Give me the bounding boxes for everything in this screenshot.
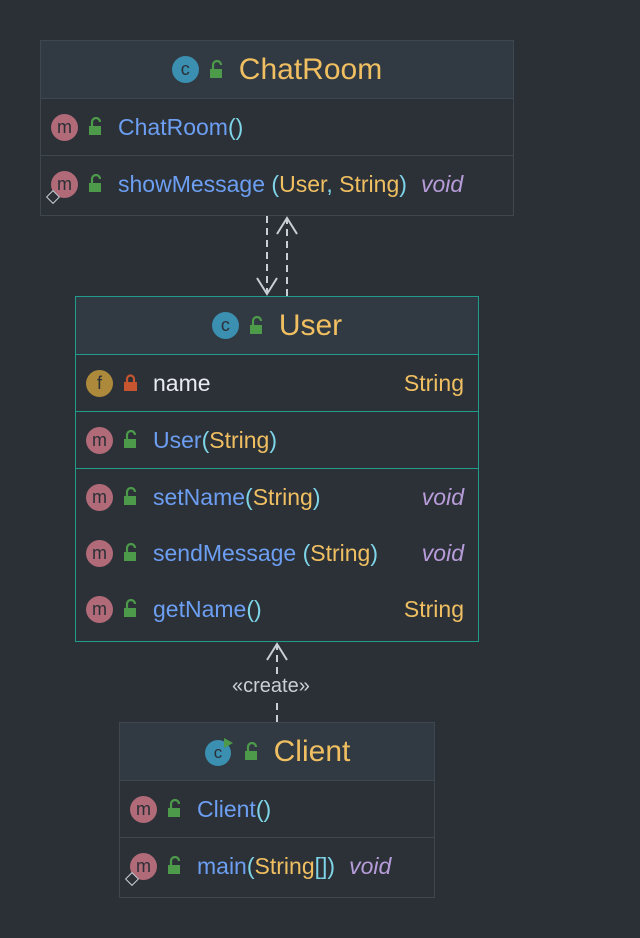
chatroom-header: c ChatRoom [41, 41, 513, 99]
method-signature: Client() [197, 795, 272, 822]
return-type: String [403, 595, 464, 622]
client-class[interactable]: c Client m Client() m main(String[]) voi… [119, 722, 435, 898]
public-unlock-icon [124, 430, 137, 448]
constructors-section: m Client() [120, 781, 434, 838]
public-unlock-icon [209, 59, 222, 78]
public-unlock-icon [249, 315, 262, 334]
public-unlock-icon [168, 856, 181, 874]
class-name: ChatRoom [238, 52, 383, 86]
method-icon: m [130, 795, 157, 823]
method-signature: setName(String) [153, 483, 321, 510]
return-type: void [349, 852, 392, 879]
user-constructor-row[interactable]: m User(String) [76, 412, 478, 468]
method-icon: m [86, 539, 113, 567]
show-message-row[interactable]: m showMessage (User, String) void [41, 156, 513, 212]
user-header: c User [76, 297, 478, 355]
chatroom-constructor-row[interactable]: m ChatRoom() [41, 99, 513, 155]
field-icon: f [86, 369, 113, 397]
class-icon: c [211, 312, 239, 339]
get-name-row[interactable]: m getName() String [76, 581, 478, 637]
method-icon: m [86, 426, 113, 454]
methods-section: m setName(String) void m sendMessage (St… [76, 469, 478, 637]
main-method-row[interactable]: m main(String[]) void [120, 838, 434, 894]
static-marker-icon [124, 871, 140, 886]
public-unlock-icon [124, 599, 137, 617]
return-type: void [421, 539, 464, 566]
class-name: User [278, 308, 343, 342]
methods-section: m showMessage (User, String) void [41, 156, 513, 212]
class-name: Client [273, 734, 351, 768]
client-header: c Client [120, 723, 434, 781]
field-type: String [403, 369, 464, 396]
method-icon: m [51, 113, 78, 141]
method-icon: m [45, 170, 78, 204]
method-signature: sendMessage (String) [153, 539, 379, 566]
fields-section: f name String [76, 355, 478, 412]
return-type: void [421, 483, 464, 510]
abstract-marker-icon [45, 189, 61, 204]
public-unlock-icon [244, 741, 257, 760]
set-name-row[interactable]: m setName(String) void [76, 469, 478, 525]
public-unlock-icon [124, 543, 137, 561]
method-icon: m [86, 595, 113, 623]
private-lock-icon [124, 374, 137, 391]
constructors-section: m ChatRoom() [41, 99, 513, 156]
class-icon: c [171, 56, 199, 83]
method-signature: main(String[]) [197, 852, 336, 879]
chatroom-class[interactable]: c ChatRoom m ChatRoom() m showMessage (U… [40, 40, 514, 216]
public-unlock-icon [89, 117, 102, 135]
method-icon: m [124, 852, 157, 886]
method-signature: ChatRoom() [118, 113, 244, 140]
user-class[interactable]: c User f name String m User(String) m se… [75, 296, 479, 642]
methods-section: m main(String[]) void [120, 838, 434, 894]
send-message-row[interactable]: m sendMessage (String) void [76, 525, 478, 581]
field-name: name [153, 369, 211, 396]
return-type: void [420, 170, 464, 197]
name-field-row[interactable]: f name String [76, 355, 478, 411]
public-unlock-icon [89, 174, 102, 192]
public-unlock-icon [124, 487, 137, 505]
create-relation-label: «create» [230, 675, 312, 698]
method-signature: showMessage (User, String) [118, 170, 407, 197]
client-constructor-row[interactable]: m Client() [120, 781, 434, 837]
method-signature: getName() [153, 595, 262, 622]
constructors-section: m User(String) [76, 412, 478, 469]
method-signature: User(String) [153, 426, 277, 453]
public-unlock-icon [168, 799, 181, 817]
run-class-icon: c [204, 737, 233, 766]
svg-text:c: c [213, 743, 222, 762]
method-icon: m [86, 483, 113, 511]
